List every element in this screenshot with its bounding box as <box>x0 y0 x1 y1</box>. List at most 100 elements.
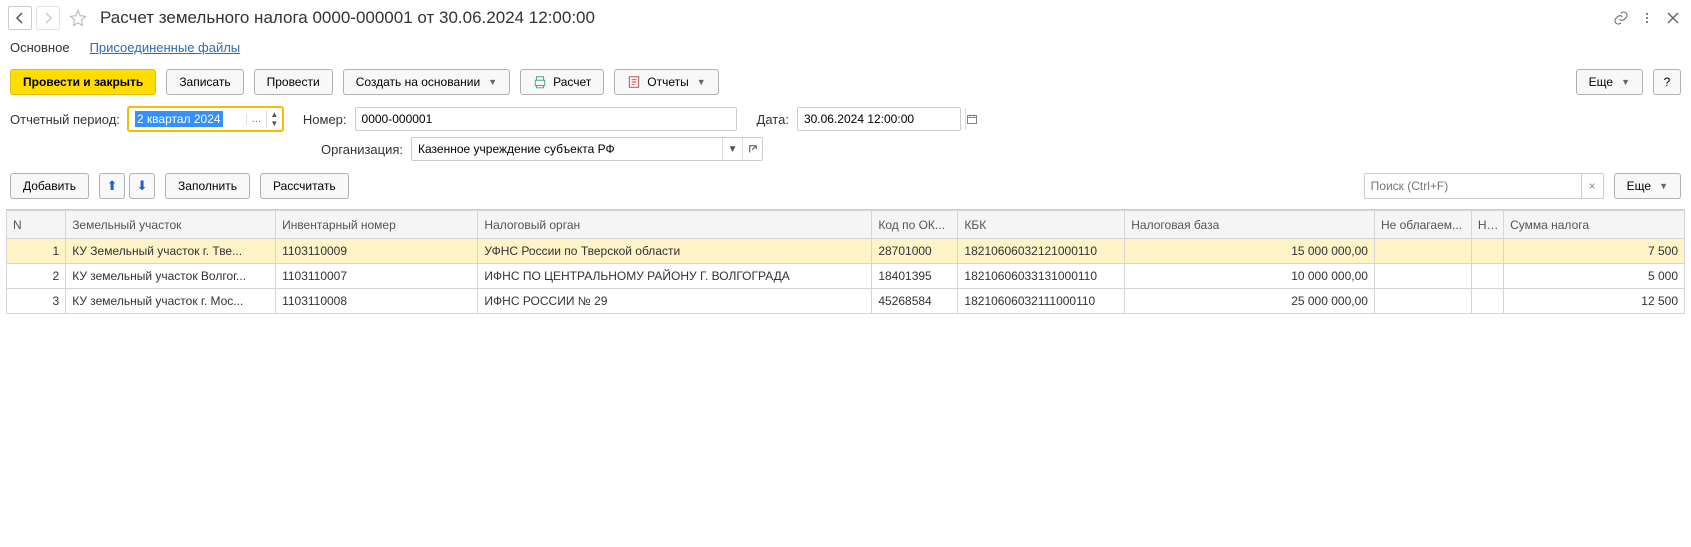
save-button[interactable]: Записать <box>166 69 243 95</box>
cell-kbk: 18210606032121000110 <box>958 239 1125 264</box>
table-row[interactable]: 3КУ земельный участок г. Мос...110311000… <box>7 289 1685 314</box>
th-tax-office[interactable]: Налоговый орган <box>478 211 872 239</box>
report-icon <box>627 75 641 89</box>
cell-rate <box>1471 289 1503 314</box>
period-spinner[interactable]: ▲▼ <box>266 110 282 128</box>
nav-back-button[interactable] <box>8 6 32 30</box>
help-button[interactable]: ? <box>1653 69 1681 95</box>
cell-n: 3 <box>7 289 66 314</box>
cell-sum: 5 000 <box>1504 264 1685 289</box>
cell-rate <box>1471 239 1503 264</box>
org-dropdown-button[interactable]: ▼ <box>722 138 742 160</box>
cell-n: 1 <box>7 239 66 264</box>
cell-n: 2 <box>7 264 66 289</box>
cell-tax-office: ИФНС РОССИИ № 29 <box>478 289 872 314</box>
period-input-group: 2 квартал 2024 … ▲▼ <box>128 107 283 131</box>
calendar-icon[interactable] <box>965 108 978 130</box>
cell-oktmo: 28701000 <box>872 239 958 264</box>
table-header-row: N Земельный участок Инвентарный номер На… <box>7 211 1685 239</box>
cell-base: 25 000 000,00 <box>1125 289 1375 314</box>
cell-sum: 7 500 <box>1504 239 1685 264</box>
cell-tax-office: УФНС России по Тверской области <box>478 239 872 264</box>
page-title: Расчет земельного налога 0000-000001 от … <box>100 8 1607 28</box>
close-icon[interactable] <box>1663 8 1683 28</box>
cell-inv: 1103110009 <box>276 239 478 264</box>
number-label: Номер: <box>303 112 347 127</box>
calc-label: Расчет <box>553 75 591 89</box>
link-icon[interactable] <box>1611 8 1631 28</box>
th-n[interactable]: N <box>7 211 66 239</box>
reports-button[interactable]: Отчеты ▼ <box>614 69 718 95</box>
period-input[interactable]: 2 квартал 2024 <box>129 111 246 127</box>
org-label: Организация: <box>321 142 403 157</box>
table-more-label: Еще <box>1627 179 1651 193</box>
cell-kbk: 18210606033131000110 <box>958 264 1125 289</box>
search-input-group: × <box>1364 173 1604 199</box>
fill-button[interactable]: Заполнить <box>165 173 250 199</box>
search-clear-button[interactable]: × <box>1581 174 1603 198</box>
table-row[interactable]: 2КУ земельный участок Волгог...110311000… <box>7 264 1685 289</box>
cell-exempt <box>1374 289 1471 314</box>
period-value: 2 квартал 2024 <box>135 111 223 127</box>
tab-files[interactable]: Присоединенные файлы <box>90 40 241 55</box>
th-sum[interactable]: Сумма налога <box>1504 211 1685 239</box>
create-based-label: Создать на основании <box>356 75 481 89</box>
org-open-button[interactable] <box>742 138 762 160</box>
search-input[interactable] <box>1365 174 1581 198</box>
favorite-star-icon[interactable] <box>68 8 88 28</box>
nav-forward-button[interactable] <box>36 6 60 30</box>
kebab-menu-icon[interactable] <box>1637 8 1657 28</box>
recalc-button[interactable]: Рассчитать <box>260 173 349 199</box>
move-down-button[interactable]: ⬇ <box>129 173 155 199</box>
data-table: N Земельный участок Инвентарный номер На… <box>6 210 1685 314</box>
tab-bar: Основное Присоединенные файлы <box>0 36 1691 63</box>
th-inv[interactable]: Инвентарный номер <box>276 211 478 239</box>
chevron-down-icon: ▼ <box>1659 181 1668 191</box>
th-exempt[interactable]: Не облагаем... <box>1374 211 1471 239</box>
date-input-group <box>797 107 961 131</box>
org-input[interactable] <box>412 138 722 160</box>
th-rate[interactable]: Нал <box>1471 211 1503 239</box>
add-button[interactable]: Добавить <box>10 173 89 199</box>
cell-sum: 12 500 <box>1504 289 1685 314</box>
cell-base: 15 000 000,00 <box>1125 239 1375 264</box>
chevron-down-icon: ▼ <box>1621 77 1630 87</box>
period-picker-button[interactable]: … <box>246 114 266 125</box>
cell-land: КУ Земельный участок г. Тве... <box>66 239 276 264</box>
table-more-button[interactable]: Еще ▼ <box>1614 173 1681 199</box>
date-input[interactable] <box>798 108 965 130</box>
cell-land: КУ земельный участок Волгог... <box>66 264 276 289</box>
number-input-group <box>355 107 737 131</box>
cell-rate <box>1471 264 1503 289</box>
table-row[interactable]: 1КУ Земельный участок г. Тве...110311000… <box>7 239 1685 264</box>
chevron-down-icon: ▼ <box>488 77 497 87</box>
th-kbk[interactable]: КБК <box>958 211 1125 239</box>
th-oktmo[interactable]: Код по ОК... <box>872 211 958 239</box>
date-label: Дата: <box>757 112 789 127</box>
reports-label: Отчеты <box>647 75 688 89</box>
cell-base: 10 000 000,00 <box>1125 264 1375 289</box>
th-base[interactable]: Налоговая база <box>1125 211 1375 239</box>
save-close-button[interactable]: Провести и закрыть <box>10 69 156 95</box>
period-label: Отчетный период: <box>10 112 120 127</box>
cell-kbk: 18210606032111000110 <box>958 289 1125 314</box>
more-button[interactable]: Еще ▼ <box>1576 69 1643 95</box>
th-land[interactable]: Земельный участок <box>66 211 276 239</box>
move-up-button[interactable]: ⬆ <box>99 173 125 199</box>
cell-tax-office: ИФНС ПО ЦЕНТРАЛЬНОМУ РАЙОНУ Г. ВОЛГОГРАД… <box>478 264 872 289</box>
cell-land: КУ земельный участок г. Мос... <box>66 289 276 314</box>
post-button[interactable]: Провести <box>254 69 333 95</box>
cell-oktmo: 18401395 <box>872 264 958 289</box>
cell-inv: 1103110007 <box>276 264 478 289</box>
chevron-down-icon: ▼ <box>697 77 706 87</box>
calc-button[interactable]: Расчет <box>520 69 604 95</box>
cell-inv: 1103110008 <box>276 289 478 314</box>
create-based-button[interactable]: Создать на основании ▼ <box>343 69 510 95</box>
cell-exempt <box>1374 264 1471 289</box>
number-input[interactable] <box>356 108 736 130</box>
org-input-group: ▼ <box>411 137 763 161</box>
printer-icon <box>533 75 547 89</box>
cell-exempt <box>1374 239 1471 264</box>
tab-main[interactable]: Основное <box>10 40 70 55</box>
more-label: Еще <box>1589 75 1613 89</box>
